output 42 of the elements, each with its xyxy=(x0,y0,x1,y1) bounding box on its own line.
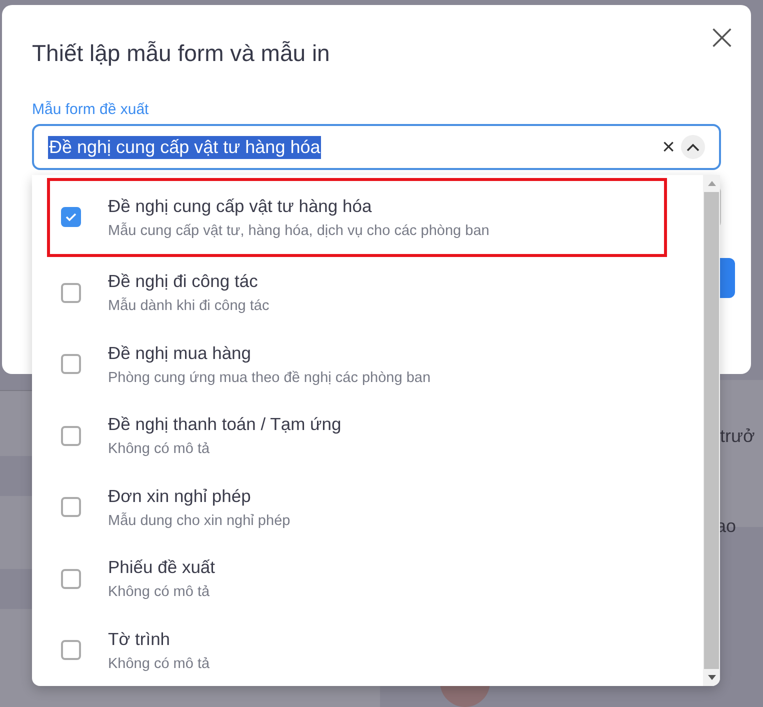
option-item[interactable]: Đề nghị mua hàng Phòng cung ứng mua theo đề nghị các phòng ban xyxy=(47,328,667,400)
option-title: Đề nghị cung cấp vật tư hàng hóa xyxy=(108,196,373,217)
scroll-down-icon[interactable] xyxy=(708,675,716,680)
option-description: Mẫu dung cho xin nghỉ phép xyxy=(108,512,290,529)
field-label: Mẫu form đề xuất xyxy=(32,101,150,118)
option-item[interactable]: Đề nghị cung cấp vật tư hàng hóa Mẫu cung cấp vật tư, hàng hóa, dịch vụ cho các phòng ban xyxy=(47,178,667,257)
option-item[interactable]: Đề nghị thanh toán / Tạm ứng Không có mô tả xyxy=(47,400,667,472)
option-description: Mẫu dành khi đi công tác xyxy=(108,298,270,314)
option-item[interactable]: Tờ trình Không có mô tả xyxy=(47,614,667,686)
option-description: Không có mô tả xyxy=(108,584,211,600)
checkbox[interactable] xyxy=(61,282,81,303)
option-description: Mẫu cung cấp vật tư, hàng hóa, dịch vụ cho các phòng ban xyxy=(108,222,490,239)
scroll-up-icon[interactable] xyxy=(708,181,716,186)
option-title: Phiếu đề xuất xyxy=(108,557,216,578)
checkbox[interactable] xyxy=(61,497,81,518)
option-item[interactable]: Phiếu đề xuất Không có mô tả xyxy=(47,542,667,614)
option-title: Tờ trình xyxy=(108,628,172,650)
background-text: trưở xyxy=(720,426,755,447)
option-description: Phòng cung ứng mua theo đề nghị các phòng ban xyxy=(108,370,431,386)
chevron-up-icon xyxy=(686,142,700,152)
scrollbar-thumb[interactable] xyxy=(704,192,719,669)
option-description: Không có mô tả xyxy=(108,441,211,458)
checkbox[interactable] xyxy=(61,354,81,374)
checkbox[interactable] xyxy=(61,207,81,228)
option-title: Đơn xin nghỉ phép xyxy=(108,486,252,507)
dialog-title: Thiết lập mẫu form và mẫu in xyxy=(32,40,330,66)
close-button[interactable]: × xyxy=(706,23,737,53)
checkbox[interactable] xyxy=(61,426,81,446)
check-icon xyxy=(65,212,77,222)
scrollbar[interactable] xyxy=(703,175,720,686)
option-title: Đề nghị đi công tác xyxy=(108,271,259,292)
option-title: Đề nghị mua hàng xyxy=(108,342,252,364)
option-item[interactable]: Đề nghị đi công tác Mẫu dành khi đi công tác xyxy=(47,256,667,328)
clear-button[interactable]: × xyxy=(662,134,675,160)
option-title: Đề nghị thanh toán / Tạm ứng xyxy=(108,414,342,436)
checkbox[interactable] xyxy=(61,640,81,660)
option-item[interactable]: Đơn xin nghỉ phép Mẫu dung cho xin nghỉ phép xyxy=(47,471,667,543)
collapse-button[interactable] xyxy=(681,135,705,159)
select-field[interactable]: Đề nghị cung cấp vật tư hàng hóa × xyxy=(32,124,721,170)
checkbox[interactable] xyxy=(61,568,81,589)
selected-value: Đề nghị cung cấp vật tư hàng hóa xyxy=(48,136,322,158)
option-description: Không có mô tả xyxy=(108,656,210,672)
